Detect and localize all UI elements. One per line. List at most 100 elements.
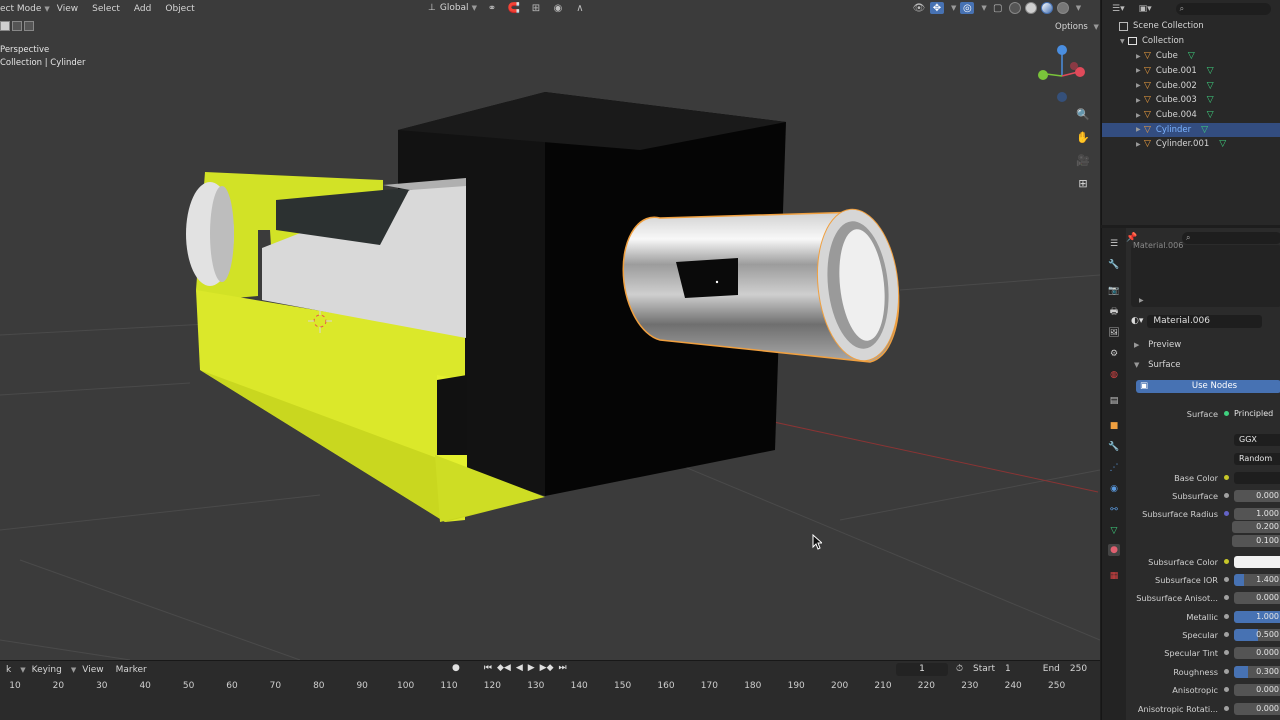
chevron-right-icon[interactable]: ▶ bbox=[1136, 112, 1144, 119]
shader-input-field[interactable]: 0.000 bbox=[1234, 646, 1280, 659]
chevron-right-icon[interactable]: ▶ bbox=[1136, 126, 1144, 133]
3d-viewport[interactable]: ect Mode ▼ View Select Add Object ⊥ Glob… bbox=[0, 0, 1100, 660]
select-new-icon[interactable] bbox=[0, 21, 10, 31]
modifier-tab-icon[interactable]: 🔧 bbox=[1108, 441, 1120, 453]
menu-view[interactable]: View bbox=[76, 665, 109, 675]
outliner[interactable]: ☰▾ ▣▾ ⌕ Scene Collection ▼ Collection ▶ ▽… bbox=[1101, 0, 1280, 225]
data-tab-icon[interactable]: ▽ bbox=[1108, 525, 1120, 537]
shader-input-field[interactable] bbox=[1234, 471, 1280, 484]
gizmo-toggle-icon[interactable]: ✥ bbox=[930, 2, 944, 14]
jump-end-icon[interactable]: ⏭ bbox=[559, 663, 567, 673]
shader-input-field[interactable] bbox=[1234, 555, 1280, 568]
surface-shader-field[interactable]: Principled BSDF bbox=[1234, 408, 1280, 420]
particles-tab-icon[interactable]: ⋰ bbox=[1108, 462, 1120, 474]
chevron-right-icon[interactable]: ▶ bbox=[1136, 141, 1144, 148]
pan-hand-icon[interactable]: ✋ bbox=[1076, 131, 1090, 144]
material-shading-icon[interactable] bbox=[1040, 2, 1053, 14]
timeline-editor[interactable]: k ▼ Keying ▼ View Marker ● ⏮ ◆◀ ◀ ▶ ▶◆ ⏭… bbox=[0, 660, 1100, 720]
navigation-gizmo[interactable] bbox=[1038, 45, 1085, 102]
world-tab-icon[interactable]: ◍ bbox=[1108, 369, 1120, 381]
camera-icon[interactable]: 🎥 bbox=[1076, 154, 1090, 167]
play-icon[interactable]: ▶ bbox=[528, 663, 535, 673]
mesh-data-icon[interactable]: ▽ bbox=[1207, 110, 1214, 120]
overlays-icon[interactable]: ◎ bbox=[960, 2, 975, 14]
mesh-data-icon[interactable]: ▽ bbox=[1201, 125, 1208, 135]
chevron-right-icon[interactable]: ▶ bbox=[1136, 82, 1144, 89]
rendered-shading-icon[interactable] bbox=[1056, 2, 1069, 14]
outliner-item[interactable]: ▶ ▽ Cylinder.001 ▽ bbox=[1102, 137, 1280, 152]
chevron-down-icon[interactable]: ▼ bbox=[1120, 38, 1128, 45]
menu-select[interactable]: Select bbox=[85, 4, 127, 14]
solid-shading-icon[interactable] bbox=[1024, 2, 1037, 14]
tool-tab-icon[interactable]: 🔧 bbox=[1108, 259, 1120, 271]
shader-input-field[interactable]: 1.400 bbox=[1234, 573, 1280, 586]
current-frame-field[interactable]: 1 bbox=[896, 663, 948, 676]
mesh-data-icon[interactable]: ▽ bbox=[1219, 139, 1226, 149]
jump-start-icon[interactable]: ⏮ bbox=[484, 663, 492, 673]
outliner-item[interactable]: ▶ ▽ Cube.002 ▽ bbox=[1102, 78, 1280, 93]
wireframe-shading-icon[interactable] bbox=[1008, 2, 1021, 14]
physics-tab-icon[interactable]: ◉ bbox=[1108, 483, 1120, 495]
xray-icon[interactable]: ▢ bbox=[991, 2, 1005, 14]
object-tab-icon[interactable]: ■ bbox=[1108, 420, 1120, 432]
properties-search[interactable]: ⌕ bbox=[1182, 232, 1280, 244]
outliner-search[interactable]: ⌕ bbox=[1175, 2, 1271, 15]
scene-canvas[interactable] bbox=[0, 0, 1100, 660]
play-reverse-icon[interactable]: ◀ bbox=[516, 663, 523, 673]
selected-cylinder[interactable] bbox=[622, 205, 905, 365]
properties-editor[interactable]: ☰ 🔧 📷 🖶 🖼 ⚙ ◍ ▤ ■ 🔧 ⋰ ◉ ⚯ ▽ ● ▦ 📌 ⌕ Mate… bbox=[1101, 228, 1280, 720]
subsurface-radius-y-field[interactable]: 0.200 bbox=[1232, 521, 1280, 533]
select-subtract-icon[interactable] bbox=[24, 21, 34, 31]
visibility-icon[interactable]: 👁 bbox=[912, 2, 926, 14]
material-tab-icon[interactable]: ● bbox=[1108, 544, 1120, 556]
editor-type-icon[interactable]: ☰▾ bbox=[1112, 4, 1125, 14]
chevron-right-icon[interactable]: ▶ bbox=[1136, 97, 1144, 104]
output-tab-icon[interactable]: 🖶 bbox=[1108, 306, 1120, 318]
outliner-item[interactable]: ▶ ▽ Cube.004 ▽ bbox=[1102, 108, 1280, 123]
zoom-icon[interactable]: 🔍 bbox=[1076, 108, 1090, 121]
chevron-right-icon[interactable]: ▶ bbox=[1136, 53, 1144, 60]
collection-tab-icon[interactable]: ▤ bbox=[1108, 395, 1120, 407]
material-sphere-icon[interactable]: ◐▾ bbox=[1131, 316, 1143, 326]
display-mode-icon[interactable]: ▣▾ bbox=[1139, 4, 1152, 14]
frame-ruler[interactable]: 10 20 30 40 50 60 70 80 90 100 110 120 130 140 150 160 1… bbox=[0, 681, 1100, 695]
outliner-item[interactable]: ▶ ▽ Cylinder ▽ bbox=[1102, 122, 1280, 138]
mesh-data-icon[interactable]: ▽ bbox=[1188, 51, 1195, 61]
subsurface-radius-z-field[interactable]: 0.100 bbox=[1232, 535, 1280, 547]
subsurface-method-dropdown[interactable]: Random Walk bbox=[1234, 452, 1280, 465]
menu-keying[interactable]: Keying bbox=[26, 665, 68, 675]
view-layer-tab-icon[interactable]: 🖼 bbox=[1108, 327, 1120, 339]
orientation-dropdown[interactable]: ⊥ Global ▼ bbox=[428, 3, 477, 13]
render-tab-icon[interactable]: 📷 bbox=[1108, 285, 1120, 297]
shader-input-field[interactable]: 0.000 bbox=[1234, 683, 1280, 696]
proportional-edit-icon[interactable]: ◉ bbox=[551, 2, 565, 14]
scene-tab-icon[interactable]: ⚙ bbox=[1108, 348, 1120, 360]
distribution-dropdown[interactable]: GGX bbox=[1234, 433, 1280, 446]
mode-selector[interactable]: ect Mode ▼ bbox=[0, 4, 50, 14]
use-nodes-button[interactable]: ▣ Use Nodes bbox=[1136, 380, 1280, 393]
snap-target-icon[interactable]: ⊞ bbox=[529, 2, 543, 14]
menu-marker[interactable]: Marker bbox=[110, 665, 153, 675]
stopwatch-icon[interactable]: ⏱ bbox=[956, 664, 963, 674]
options-dropdown[interactable]: Options ▼ bbox=[1055, 22, 1099, 32]
outliner-item[interactable]: ▶ ▽ Cube.003 ▽ bbox=[1102, 93, 1280, 108]
mesh-data-icon[interactable]: ▽ bbox=[1207, 95, 1214, 105]
surface-panel-header[interactable]: ▼ Surface bbox=[1134, 360, 1180, 370]
preview-panel-header[interactable]: ▶ Preview bbox=[1134, 340, 1181, 350]
texture-tab-icon[interactable]: ▦ bbox=[1108, 570, 1120, 582]
editor-type-icon[interactable]: ☰ bbox=[1108, 238, 1120, 250]
select-extend-icon[interactable] bbox=[12, 21, 22, 31]
outliner-item[interactable]: ▶ ▽ Cube ▽ bbox=[1102, 49, 1280, 64]
shader-input-field[interactable]: 0.000 bbox=[1234, 591, 1280, 604]
outliner-item[interactable]: ▶ ▽ Cube.001 ▽ bbox=[1102, 64, 1280, 79]
shader-input-field[interactable]: 0.300 bbox=[1234, 665, 1280, 678]
shader-input-field[interactable]: 1.000 bbox=[1234, 507, 1280, 520]
menu-view[interactable]: View bbox=[50, 4, 85, 14]
shader-input-field[interactable]: 0.000 bbox=[1234, 702, 1280, 715]
menu-object[interactable]: Object bbox=[158, 4, 201, 14]
end-value[interactable]: 250 bbox=[1070, 664, 1087, 674]
prev-keyframe-icon[interactable]: ◆◀ bbox=[497, 663, 511, 673]
shader-input-field[interactable]: 0.000 bbox=[1234, 489, 1280, 502]
menu-add[interactable]: Add bbox=[127, 4, 158, 14]
mesh-data-icon[interactable]: ▽ bbox=[1207, 66, 1214, 76]
